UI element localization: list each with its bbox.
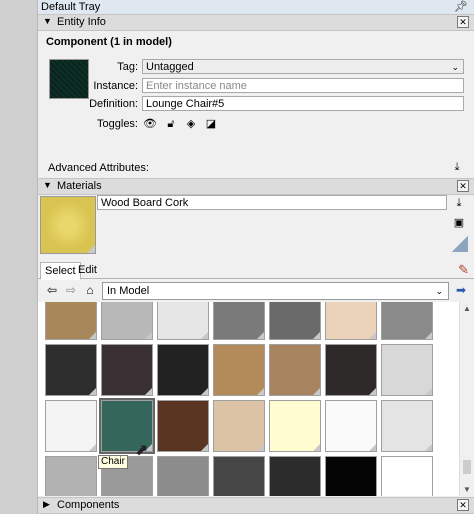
mouse-cursor-icon: ⬈ bbox=[135, 442, 149, 459]
cast-shadows-icon[interactable]: ◪ bbox=[203, 116, 219, 132]
materials-nav-row: ⇦ ⇨ ⌂ In Model ⌄ ➡ bbox=[38, 281, 474, 301]
material-name-input[interactable]: Wood Board Cork bbox=[97, 195, 447, 210]
swatch-scrollbar[interactable]: ▲ ▼ bbox=[459, 302, 474, 496]
material-swatch[interactable] bbox=[157, 456, 209, 496]
components-title: Components bbox=[57, 499, 120, 511]
scroll-down-icon[interactable]: ▼ bbox=[463, 485, 471, 494]
visibility-eye-icon[interactable]: 👁︎ bbox=[142, 116, 158, 132]
left-toolbar-strip bbox=[0, 0, 38, 514]
material-swatch[interactable] bbox=[157, 344, 209, 396]
material-swatch[interactable] bbox=[325, 456, 377, 496]
material-swatch[interactable] bbox=[269, 344, 321, 396]
entity-info-title: Entity Info bbox=[57, 16, 106, 28]
component-title: Component (1 in model) bbox=[46, 36, 172, 48]
tag-label: Tag: bbox=[117, 61, 138, 73]
collapse-triangle-icon[interactable]: ▼ bbox=[43, 180, 52, 190]
eyedropper-icon[interactable]: ✎ bbox=[458, 262, 469, 278]
back-arrow-icon[interactable]: ⇦ bbox=[45, 283, 59, 297]
close-icon[interactable]: ✕ bbox=[457, 180, 469, 192]
pushpin-icon[interactable]: 📌︎ bbox=[454, 0, 468, 13]
material-swatch[interactable] bbox=[381, 400, 433, 452]
material-swatch[interactable] bbox=[45, 344, 97, 396]
definition-input[interactable]: Lounge Chair#5 bbox=[142, 96, 464, 111]
material-swatch[interactable] bbox=[269, 456, 321, 496]
toggles-label: Toggles: bbox=[97, 118, 138, 130]
materials-title: Materials bbox=[57, 180, 102, 192]
tab-edit[interactable]: Edit bbox=[74, 262, 101, 278]
material-swatch[interactable] bbox=[45, 302, 97, 340]
material-swatch[interactable] bbox=[325, 302, 377, 340]
expand-triangle-icon[interactable]: ▶ bbox=[43, 499, 50, 510]
material-swatch[interactable] bbox=[45, 400, 97, 452]
advanced-attributes-label: Advanced Attributes: bbox=[48, 162, 149, 174]
materials-tabs: Select Edit ✎ bbox=[38, 262, 474, 280]
receive-shadows-icon[interactable]: ◈ bbox=[183, 116, 199, 132]
material-swatch[interactable] bbox=[213, 302, 265, 340]
material-swatch[interactable] bbox=[45, 456, 97, 496]
definition-label: Definition: bbox=[89, 98, 138, 110]
collection-dropdown[interactable]: In Model ⌄ bbox=[102, 282, 449, 300]
collapse-triangle-icon[interactable]: ▼ bbox=[43, 16, 52, 26]
chevron-down-icon: ⌄ bbox=[435, 286, 443, 296]
material-swatch[interactable] bbox=[381, 302, 433, 340]
material-swatch[interactable] bbox=[213, 344, 265, 396]
materials-header[interactable]: ▼ Materials ✕ bbox=[38, 178, 474, 195]
details-arrow-icon[interactable]: ➡ bbox=[454, 283, 468, 297]
forward-arrow-icon[interactable]: ⇨ bbox=[64, 283, 78, 297]
home-icon[interactable]: ⌂ bbox=[83, 283, 97, 297]
definition-value: Lounge Chair#5 bbox=[146, 98, 225, 110]
material-swatch[interactable] bbox=[269, 400, 321, 452]
tag-dropdown[interactable]: Untagged ⌄ bbox=[142, 59, 464, 74]
material-name: Wood Board Cork bbox=[101, 197, 189, 209]
instance-label: Instance: bbox=[93, 80, 138, 92]
close-icon[interactable]: ✕ bbox=[457, 16, 469, 28]
entity-info-header[interactable]: ▼ Entity Info ✕ bbox=[38, 14, 474, 31]
scroll-thumb[interactable] bbox=[463, 460, 471, 474]
material-swatch[interactable] bbox=[157, 302, 209, 340]
material-swatch[interactable] bbox=[381, 456, 433, 496]
close-icon[interactable]: ✕ bbox=[457, 499, 469, 511]
tray-title-bar[interactable]: Default Tray 📌︎ bbox=[38, 0, 474, 15]
material-swatch[interactable] bbox=[101, 302, 153, 340]
material-swatch[interactable] bbox=[101, 344, 153, 396]
material-swatch[interactable] bbox=[325, 400, 377, 452]
default-tray: Default Tray 📌︎ ▼ Entity Info ✕ Componen… bbox=[38, 0, 474, 514]
material-swatch[interactable] bbox=[325, 344, 377, 396]
tag-value: Untagged bbox=[146, 61, 194, 73]
material-swatch[interactable] bbox=[213, 400, 265, 452]
create-material-icon[interactable]: ▣ bbox=[452, 216, 466, 230]
material-preview bbox=[40, 196, 96, 254]
instance-placeholder: Enter instance name bbox=[146, 80, 247, 92]
display-secondary-icon[interactable]: ⤓ bbox=[452, 196, 466, 210]
chevron-down-icon: ⌄ bbox=[451, 62, 459, 72]
swatch-tooltip: Chair bbox=[98, 455, 128, 469]
material-swatch[interactable] bbox=[213, 456, 265, 496]
material-swatch[interactable] bbox=[269, 302, 321, 340]
instance-name-input[interactable]: Enter instance name bbox=[142, 78, 464, 93]
material-swatch[interactable] bbox=[381, 344, 433, 396]
lock-icon[interactable]: 🔓︎ bbox=[163, 116, 179, 132]
default-material-icon[interactable] bbox=[452, 236, 468, 252]
collection-value: In Model bbox=[107, 285, 150, 297]
components-header[interactable]: ▶ Components ✕ bbox=[38, 497, 474, 514]
expand-details-icon[interactable]: ⤓ bbox=[450, 160, 464, 174]
material-swatch[interactable] bbox=[157, 400, 209, 452]
tray-title: Default Tray bbox=[41, 1, 101, 13]
scroll-up-icon[interactable]: ▲ bbox=[463, 304, 471, 313]
